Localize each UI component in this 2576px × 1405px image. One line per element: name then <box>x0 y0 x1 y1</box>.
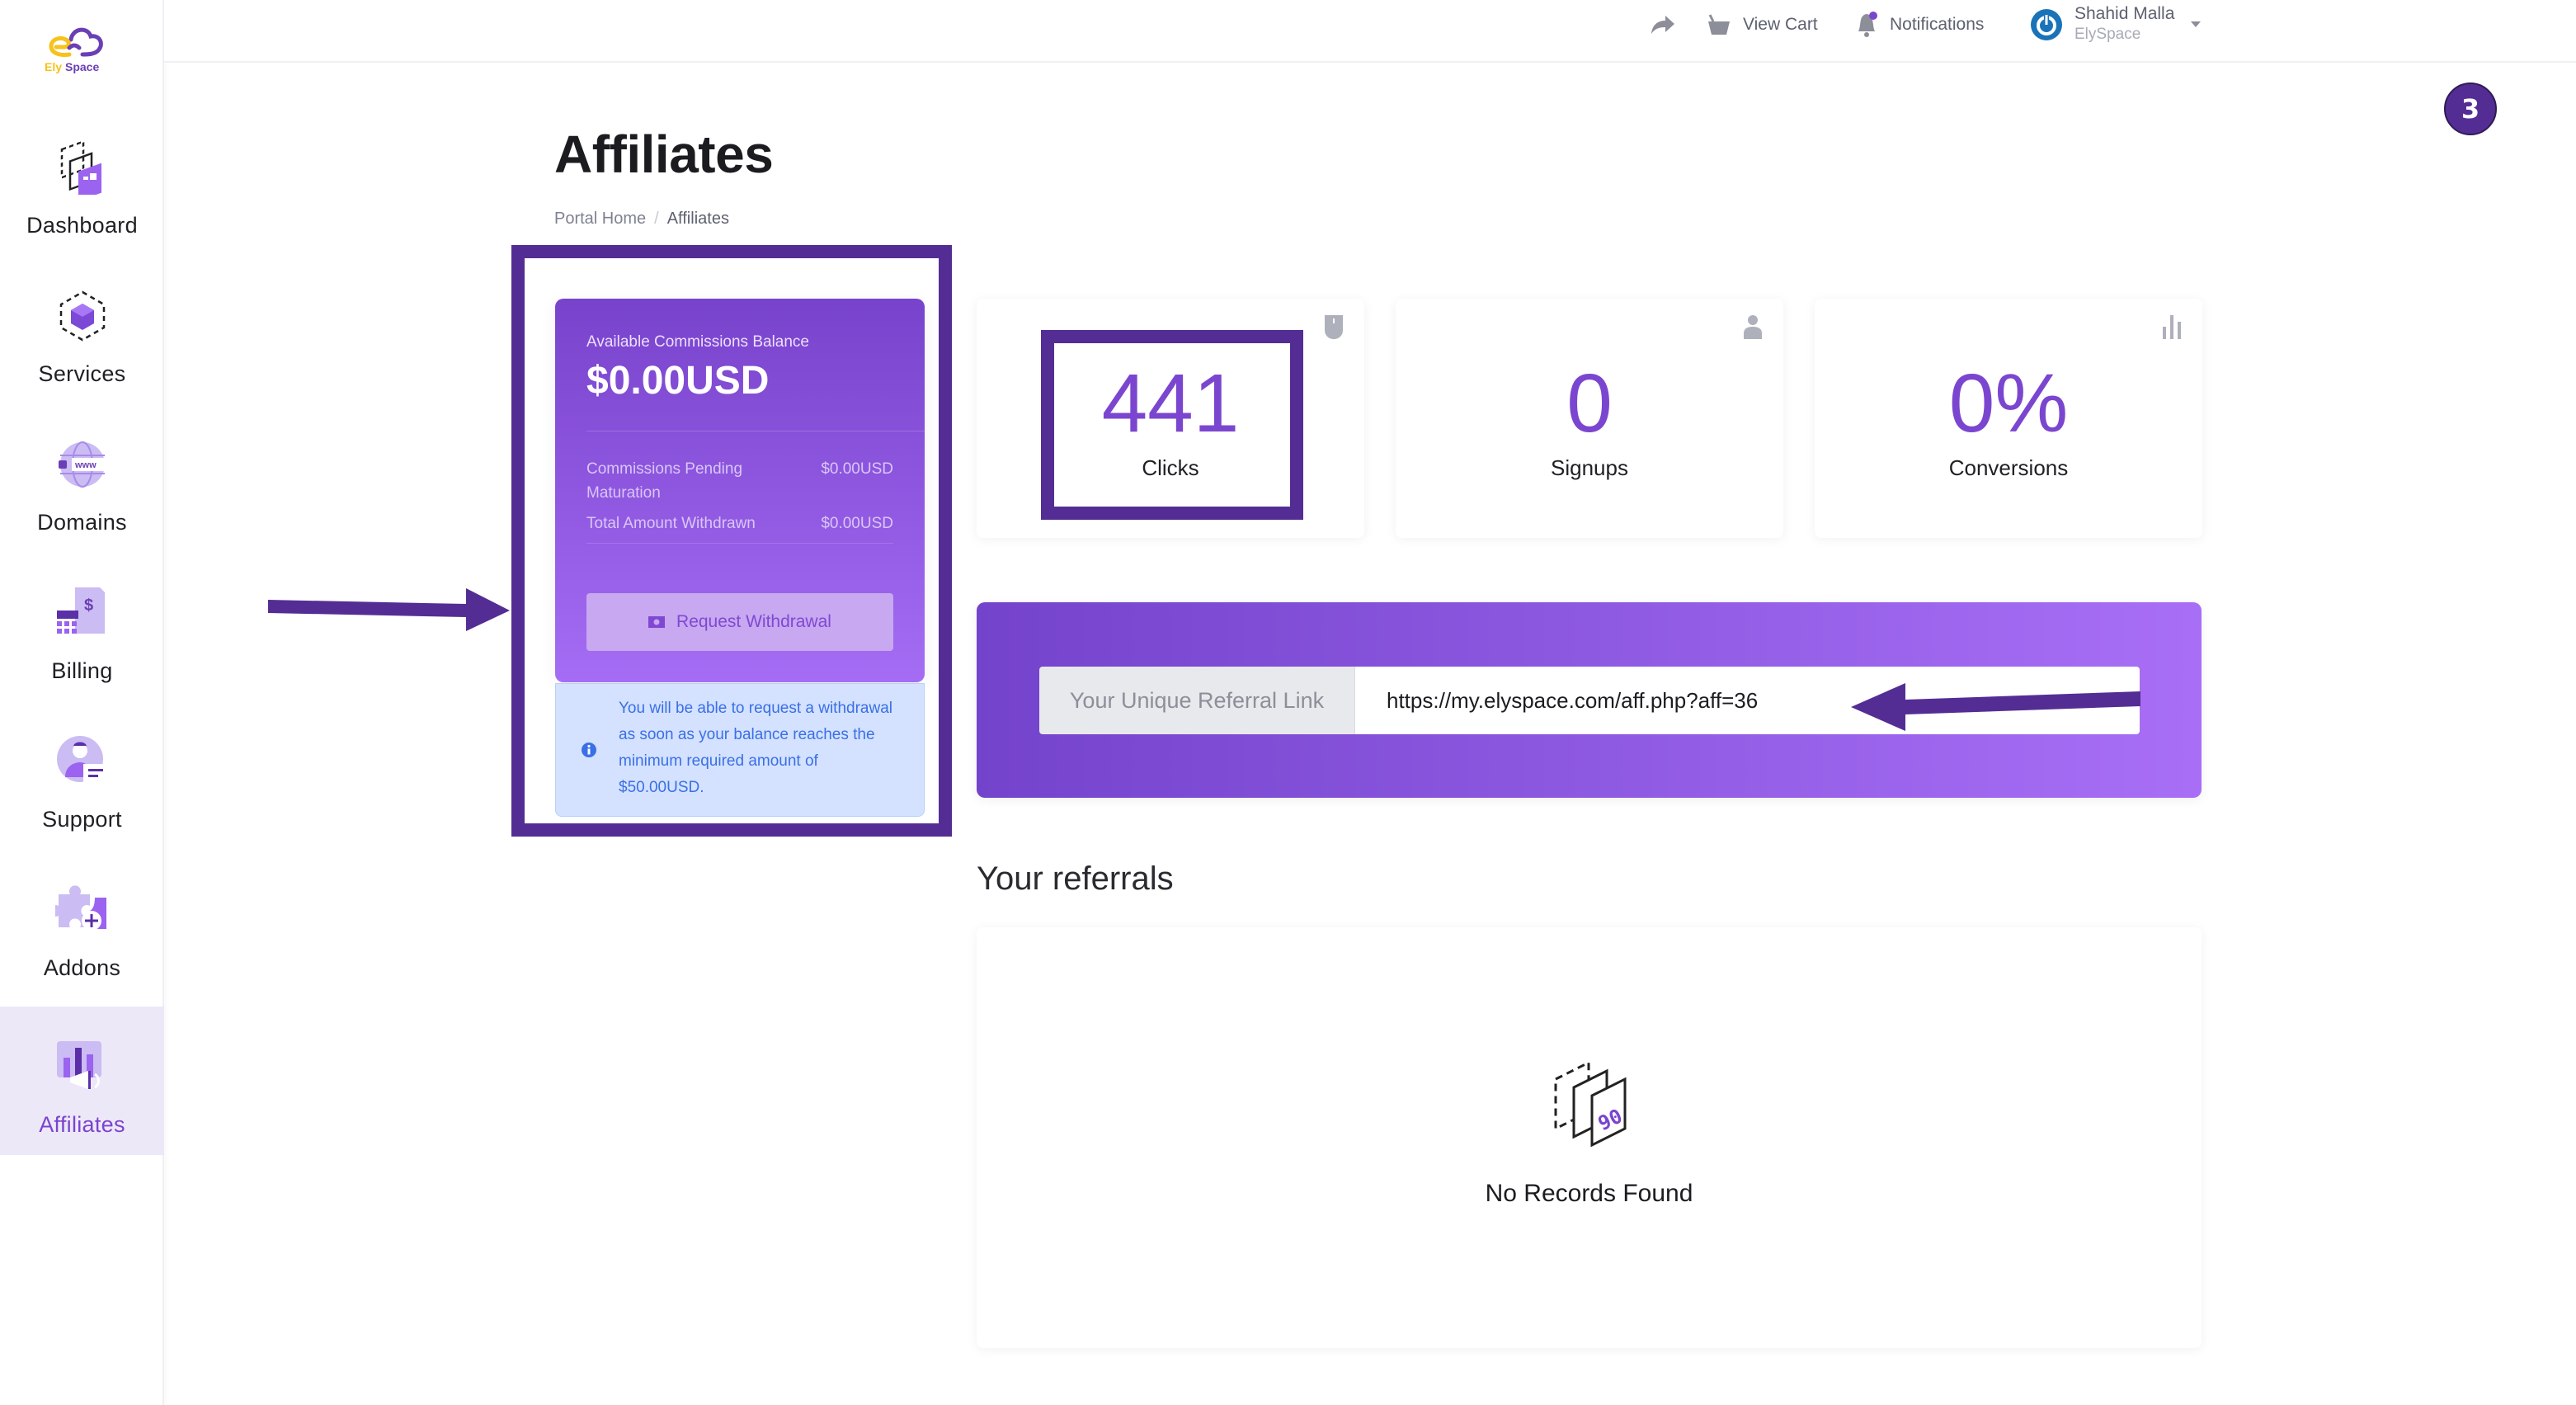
no-records-text: No Records Found <box>1485 1180 1693 1207</box>
stat-card-signups: 0 Signups <box>1396 299 1783 538</box>
sidebar: Ely Space Dashboard Services www Domains… <box>0 0 164 1405</box>
cart-basket-icon <box>1708 14 1730 35</box>
info-text: You will be able to request a withdrawal… <box>619 700 892 796</box>
sidebar-item-services[interactable]: Services <box>0 256 164 404</box>
stat-label: Conversions <box>1948 455 2069 480</box>
chevron-down-icon <box>2191 21 2202 27</box>
page-title: Affiliates <box>554 125 774 184</box>
addons-puzzle-icon <box>54 885 106 931</box>
mouse-icon <box>1325 315 1343 339</box>
top-bar: View Cart Notifications Shahid Malla Ely… <box>164 0 2576 63</box>
sidebar-item-label: Affiliates <box>39 1112 125 1137</box>
domains-globe-icon: www <box>58 441 105 488</box>
referrals-table-card: 90 No Records Found <box>977 927 2202 1348</box>
view-cart-label: View Cart <box>1743 15 1818 34</box>
breadcrumb-current: Affiliates <box>666 210 729 228</box>
sidebar-item-label: Support <box>42 807 122 832</box>
divider <box>586 543 893 544</box>
stat-card-conversions: 0% Conversions <box>1815 299 2202 538</box>
pending-maturation-row: Commissions Pending Maturation $0.00USD <box>586 457 893 505</box>
annotation-highlight-clicks <box>1041 330 1303 520</box>
user-power-avatar-icon <box>2031 9 2062 40</box>
stat-value: 0% <box>1948 357 2069 450</box>
breadcrumb-portal-home[interactable]: Portal Home <box>554 210 646 229</box>
share-arrow-icon <box>1651 16 1674 34</box>
sidebar-item-label: Domains <box>37 510 127 535</box>
referral-link-label: Your Unique Referral Link <box>1039 667 1355 734</box>
billing-invoice-icon: $ <box>56 587 105 634</box>
affiliates-megaphone-icon <box>56 1041 101 1089</box>
sidebar-item-billing[interactable]: $ Billing <box>0 553 164 701</box>
breadcrumb: Portal Home / Affiliates <box>554 210 729 229</box>
support-agent-icon <box>56 736 106 782</box>
sidebar-item-affiliates[interactable]: Affiliates <box>0 1007 164 1155</box>
withdrawal-info-alert: You will be able to request a withdrawal… <box>555 683 925 817</box>
elyspace-logo[interactable]: Ely Space <box>36 21 111 74</box>
bar-chart-icon <box>2163 315 2181 339</box>
user-icon <box>1744 315 1762 339</box>
sidebar-item-support[interactable]: Support <box>0 701 164 850</box>
step-number-badge: 3 <box>2444 83 2497 135</box>
svg-text:www: www <box>74 460 97 470</box>
view-cart-button[interactable]: View Cart <box>1707 0 1818 50</box>
annotation-arrow-right <box>268 588 510 631</box>
sidebar-item-domains[interactable]: www Domains <box>0 404 164 553</box>
money-bill-icon <box>648 616 666 628</box>
user-name: Shahid Malla <box>2074 4 2175 23</box>
sidebar-item-label: Addons <box>43 955 121 980</box>
sidebar-item-label: Dashboard <box>26 213 138 238</box>
row-value: $0.00USD <box>821 515 893 532</box>
sidebar-item-addons[interactable]: Addons <box>0 850 164 998</box>
breadcrumb-separator: / <box>654 210 659 228</box>
referrals-section-title: Your referrals <box>977 860 1174 897</box>
row-value: $0.00USD <box>821 460 893 478</box>
request-withdrawal-label: Request Withdrawal <box>676 612 831 631</box>
user-menu[interactable]: Shahid Malla ElySpace <box>2030 0 2202 50</box>
empty-records-icon: 90 <box>1554 1060 1627 1148</box>
info-circle-icon <box>582 743 596 757</box>
stat-value: 0 <box>1566 357 1613 450</box>
commission-balance-card: Available Commissions Balance $0.00USD C… <box>555 299 925 682</box>
row-key: Commissions Pending Maturation <box>586 460 743 502</box>
balance-amount: $0.00USD <box>586 359 770 403</box>
sidebar-item-label: Services <box>38 361 126 386</box>
svg-text:Ely: Ely <box>45 60 62 73</box>
notifications-label: Notifications <box>1890 15 1985 34</box>
share-button[interactable] <box>1651 0 1675 50</box>
sidebar-item-label: Billing <box>51 658 113 683</box>
row-key: Total Amount Withdrawn <box>586 515 756 532</box>
total-withdrawn-row: Total Amount Withdrawn $0.00USD <box>586 512 893 535</box>
balance-label: Available Commissions Balance <box>586 333 809 351</box>
user-org: ElySpace <box>2074 26 2141 43</box>
request-withdrawal-button[interactable]: Request Withdrawal <box>586 593 893 651</box>
dashboard-icon <box>60 140 101 195</box>
services-cube-icon <box>59 290 105 342</box>
annotation-arrow-left <box>1851 683 2140 731</box>
bell-icon <box>1858 12 1877 37</box>
stat-label: Signups <box>1551 455 1628 480</box>
svg-text:Space: Space <box>65 60 99 73</box>
sidebar-item-dashboard[interactable]: Dashboard <box>0 107 164 256</box>
svg-text:$: $ <box>84 596 93 615</box>
notifications-button[interactable]: Notifications <box>1855 0 1984 50</box>
